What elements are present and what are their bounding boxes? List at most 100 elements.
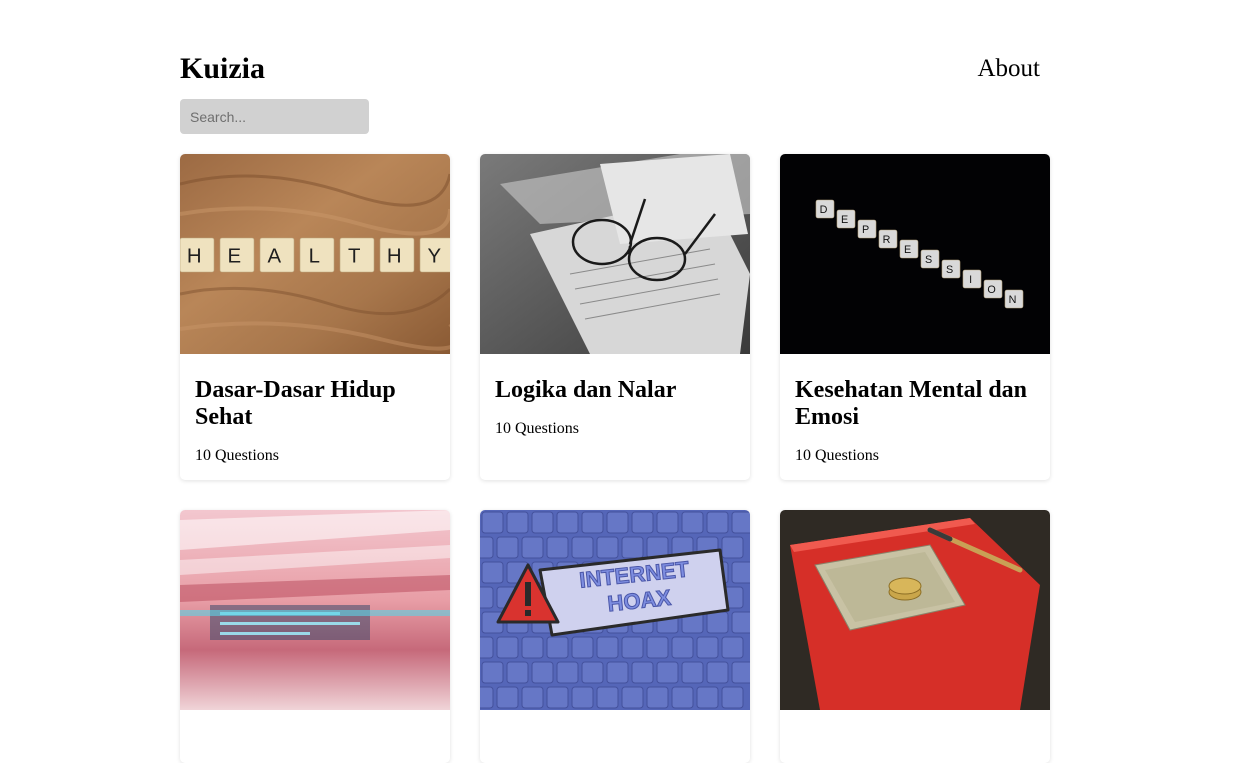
keyboard-key: [480, 636, 494, 659]
letter-tile: N: [1004, 289, 1024, 309]
letter-tile: L: [299, 237, 335, 273]
svg-text:P: P: [862, 224, 869, 236]
card-title: Dasar-Dasar Hidup Sehat: [195, 377, 396, 430]
svg-text:S: S: [925, 254, 932, 266]
quiz-card[interactable]: H E A L T H Y Dasar-Dasar Hidup Sehat 10 Quest…: [180, 154, 450, 480]
svg-text:H: H: [387, 245, 402, 267]
letter-tile: O: [983, 279, 1003, 299]
keyboard-key: [571, 536, 594, 559]
keyboard-key: [521, 686, 544, 709]
keyboard-key: [581, 661, 604, 684]
svg-text:L: L: [309, 245, 320, 267]
search-input[interactable]: [180, 99, 369, 134]
svg-text:E: E: [904, 244, 911, 256]
keyboard-key: [621, 536, 644, 559]
quiz-grid: H E A L T H Y Dasar-Dasar Hidup Sehat 10 Quest…: [180, 154, 1050, 763]
letter-tile: P: [857, 219, 877, 239]
question-count: 10 Questions: [795, 447, 879, 464]
letter-tile: S: [941, 259, 961, 279]
letter-tile: T: [339, 237, 375, 273]
keyboard-key: [621, 636, 644, 659]
keyboard-key: [706, 661, 729, 684]
quiz-card[interactable]: Logika dan Nalar 10 Questions: [480, 154, 750, 480]
svg-text:N: N: [1009, 294, 1017, 306]
keyboard-key: [706, 611, 729, 634]
letter-tile: E: [836, 209, 856, 229]
keyboard-key: [531, 511, 554, 534]
letter-tile: S: [920, 249, 940, 269]
keyboard-key: [631, 661, 654, 684]
keyboard-key: [581, 511, 604, 534]
svg-text:D: D: [820, 204, 828, 216]
keyboard-key: [481, 661, 504, 684]
svg-text:E: E: [227, 245, 241, 267]
keyboard-key: [506, 661, 529, 684]
keyboard-key: [596, 636, 619, 659]
page-container: Kuizia About H E A L T H Y: [180, 0, 1050, 763]
keyboard-key: [546, 686, 569, 709]
healthy-tiles-photo: HEALTHY: [180, 154, 450, 354]
keyboard-key: [596, 686, 619, 709]
keyboard-key: [481, 561, 504, 584]
card-body: Logika dan Nalar 10 Questions: [480, 354, 750, 453]
svg-text:I: I: [969, 274, 972, 286]
svg-text:E: E: [841, 214, 848, 226]
letter-tile: I: [962, 269, 982, 289]
glasses-on-paper-photo: [480, 154, 750, 354]
keyboard-key: [521, 536, 544, 559]
card-body: Dasar-Dasar Hidup Sehat 10 Questions: [180, 354, 450, 480]
card-body: Kesehatan Mental dan Emosi 10 Questions: [780, 354, 1050, 480]
card-body: [180, 710, 450, 763]
keyboard-key: [696, 686, 719, 709]
keyboard-key: [631, 511, 654, 534]
keyboard-key: [721, 536, 744, 559]
keyboard-key: [671, 686, 694, 709]
keyboard-key: [546, 536, 569, 559]
internet-hoax-photo: INTERNET HOAX: [480, 510, 750, 710]
keyboard-key: [731, 561, 750, 584]
letter-tile: R: [878, 229, 898, 249]
keyboard-key: [531, 661, 554, 684]
keyboard-key: [656, 511, 679, 534]
keyboard-key: [671, 636, 694, 659]
about-link[interactable]: About: [978, 54, 1041, 84]
keyboard-key: [681, 661, 704, 684]
letter-tile: Y: [419, 237, 450, 273]
svg-text:H: H: [187, 245, 202, 267]
card-title: Kesehatan Mental dan Emosi: [795, 377, 1028, 430]
letter-tile: A: [259, 237, 295, 273]
keyboard-key: [556, 661, 579, 684]
card-body: [780, 710, 1050, 763]
letter-tile: H: [379, 237, 415, 273]
money-on-notebook-photo: [780, 510, 1050, 710]
keyboard-key: [496, 636, 519, 659]
card-body: [480, 710, 750, 763]
card-title: Logika dan Nalar: [495, 377, 677, 403]
keyboard-key: [646, 686, 669, 709]
letter-tile: E: [899, 239, 919, 259]
keyboard-key: [656, 661, 679, 684]
svg-text:A: A: [267, 245, 281, 267]
keyboard-key: [621, 686, 644, 709]
quiz-card[interactable]: D E P R E S S I O N Kesehatan Mental dan Emosi 10…: [780, 154, 1050, 480]
brand-logo[interactable]: Kuizia: [180, 52, 265, 86]
svg-text:T: T: [348, 245, 360, 267]
keyboard-key: [606, 511, 629, 534]
keyboard-key: [721, 636, 744, 659]
svg-text:Y: Y: [427, 245, 441, 267]
letter-tile: E: [219, 237, 255, 273]
letter-tile: H: [180, 237, 215, 273]
keyboard-key: [731, 611, 750, 634]
keyboard-key: [496, 686, 519, 709]
keyboard-key: [731, 511, 750, 534]
svg-text:S: S: [946, 264, 953, 276]
keyboard-key: [731, 661, 750, 684]
keyboard-key: [506, 511, 529, 534]
keyboard-key: [546, 636, 569, 659]
keyboard-key: [496, 536, 519, 559]
keyboard-key: [571, 636, 594, 659]
keyboard-key: [480, 686, 494, 709]
keyboard-key: [696, 636, 719, 659]
depression-tiles-photo: D E P R E S S I O N: [780, 154, 1050, 354]
keyboard-key: [481, 511, 504, 534]
